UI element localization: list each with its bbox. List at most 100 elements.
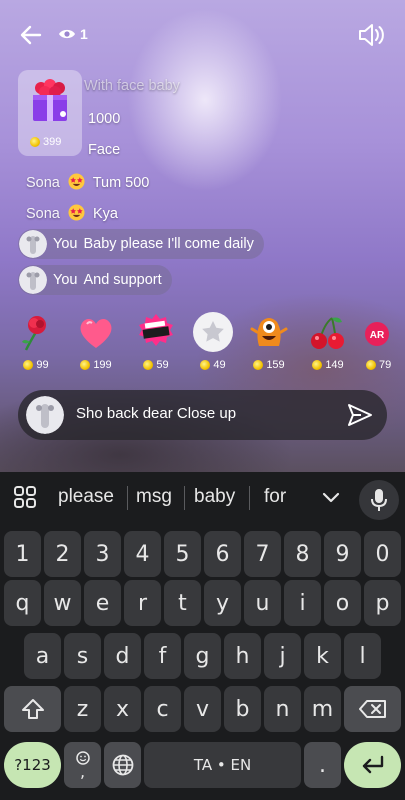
key-b[interactable]: b [224,686,261,732]
period-key[interactable]: . [304,742,341,788]
girl-pwr-sticker-icon [139,314,173,346]
send-icon[interactable] [347,403,373,427]
cherry-icon [311,317,344,349]
key-g[interactable]: g [184,633,221,679]
svg-text:AR: AR [370,330,385,341]
chat-line: Sona Kya [26,204,118,222]
ar-gift-icon: AR [365,322,389,346]
coin-icon [30,137,40,147]
gift-cherry[interactable]: 149 [304,310,352,374]
key-j[interactable]: j [264,633,301,679]
gift-row: 99 199 59 49 159 149 AR 79 [0,310,405,374]
key-c[interactable]: c [144,686,181,732]
key-t[interactable]: t [164,580,201,626]
key-s[interactable]: s [64,633,101,679]
chat-username: Sona [26,206,60,222]
shift-key[interactable] [4,686,61,732]
key-i[interactable]: i [284,580,321,626]
key-z[interactable]: z [64,686,101,732]
gift-price: 49 [189,359,237,371]
chevron-down-icon[interactable] [322,490,340,504]
backspace-icon [358,700,386,718]
key-u[interactable]: u [244,580,281,626]
viewer-count: 1 [80,26,88,42]
key-p[interactable]: p [364,580,401,626]
emoji-comma-key[interactable]: , [64,742,101,788]
gift-price: 149 [304,359,352,371]
rose-icon [22,316,46,351]
key-y[interactable]: y [204,580,241,626]
key-e[interactable]: e [84,580,121,626]
voice-input-button[interactable] [359,480,399,520]
key-0[interactable]: 0 [364,531,401,577]
key-a[interactable]: a [24,633,61,679]
divider [184,486,185,510]
key-x[interactable]: x [104,686,141,732]
chat-username: You [53,236,78,252]
chat-line: Sona Tum 500 [26,173,150,191]
key-8[interactable]: 8 [284,531,321,577]
key-r[interactable]: r [124,580,161,626]
suggestion[interactable]: for [264,486,286,508]
gift-ar[interactable]: AR 79 [360,310,405,374]
coin-icon [80,360,91,370]
suggestion[interactable]: please [58,486,114,508]
key-1[interactable]: 1 [4,531,41,577]
language-key[interactable] [104,742,141,788]
back-arrow-icon[interactable] [18,22,44,48]
key-n[interactable]: n [264,686,301,732]
keyboard: please msg baby for 1 2 3 4 5 6 7 8 9 0 … [0,472,405,800]
key-k[interactable]: k [304,633,341,679]
coin-icon [200,360,211,370]
chat-line: 1000 [88,111,121,127]
gift-card[interactable]: 399 [18,70,82,156]
suggestion[interactable]: baby [194,486,235,508]
key-4[interactable]: 4 [124,531,161,577]
speaker-icon[interactable] [357,22,385,48]
backspace-key[interactable] [344,686,401,732]
comment-input[interactable]: Sho back dear Close up [18,390,387,440]
star-icon [193,312,233,352]
enter-icon [362,755,383,774]
gift-heart[interactable]: 199 [72,310,120,374]
key-l[interactable]: l [344,633,381,679]
microphone-icon [371,489,387,511]
gift-star[interactable]: 49 [189,310,237,374]
divider [249,486,250,510]
gift-rose[interactable]: 99 [12,310,60,374]
coin-icon [143,360,154,370]
key-m[interactable]: m [304,686,341,732]
key-7[interactable]: 7 [244,531,281,577]
key-5[interactable]: 5 [164,531,201,577]
space-key[interactable]: TA • EN [144,742,301,788]
key-o[interactable]: o [324,580,361,626]
gift-girl-pwr[interactable]: 59 [132,310,180,374]
avatar [19,230,47,258]
key-f[interactable]: f [144,633,181,679]
eye-icon [59,29,75,39]
monster-icon [250,318,288,346]
chat-username: Sona [26,175,60,191]
key-6[interactable]: 6 [204,531,241,577]
symbols-key[interactable]: ?123 [4,742,61,788]
key-w[interactable]: w [44,580,81,626]
gift-monster[interactable]: 159 [245,310,293,374]
key-2[interactable]: 2 [44,531,81,577]
avatar [26,396,64,434]
key-9[interactable]: 9 [324,531,361,577]
key-v[interactable]: v [184,686,221,732]
star-struck-emoji [68,204,85,221]
enter-key[interactable] [344,742,401,788]
suggestion[interactable]: msg [136,486,172,508]
key-q[interactable]: q [4,580,41,626]
key-d[interactable]: d [104,633,141,679]
key-h[interactable]: h [224,633,261,679]
comment-text: Sho back dear Close up [76,405,237,422]
apps-grid-icon[interactable] [14,486,36,508]
key-3[interactable]: 3 [84,531,121,577]
coin-icon [366,360,376,370]
coin-icon [253,360,264,370]
gift-price: 159 [245,359,293,371]
own-message: You And support [18,265,172,295]
shift-icon [21,699,44,719]
